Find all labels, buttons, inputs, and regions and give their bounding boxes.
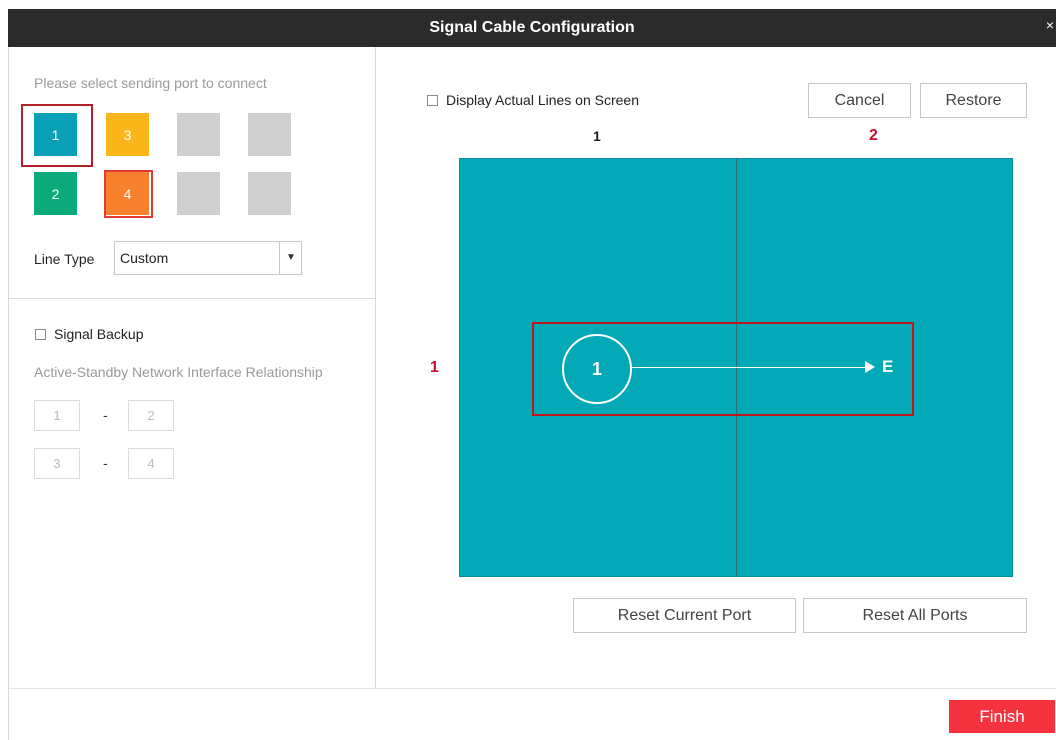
- reset-current-port-button[interactable]: Reset Current Port: [573, 598, 796, 633]
- column-label-1: 1: [593, 128, 601, 144]
- route-start-node[interactable]: 1: [562, 334, 632, 404]
- pair-separator: -: [103, 407, 108, 423]
- port-empty[interactable]: [177, 172, 220, 215]
- port-4[interactable]: 4: [106, 172, 149, 215]
- relationship-label: Active-Standby Network Interface Relatio…: [34, 364, 323, 380]
- dropdown-arrow-icon[interactable]: ▼: [286, 252, 296, 263]
- row-label-1: 1: [430, 359, 439, 376]
- display-lines-label: Display Actual Lines on Screen: [446, 92, 639, 108]
- finish-button[interactable]: Finish: [949, 700, 1055, 733]
- reset-all-ports-button[interactable]: Reset All Ports: [803, 598, 1027, 633]
- left-border: [8, 47, 9, 740]
- route-end-label: E: [882, 357, 894, 376]
- port-select-instruction: Please select sending port to connect: [34, 75, 267, 91]
- cancel-button[interactable]: Cancel: [808, 83, 911, 118]
- signal-backup-checkbox[interactable]: [35, 329, 46, 340]
- port-3[interactable]: 3: [106, 113, 149, 156]
- footer-divider: [9, 688, 1056, 689]
- backup-port-b[interactable]: 4: [128, 448, 174, 479]
- line-type-label: Line Type: [34, 251, 95, 267]
- restore-button[interactable]: Restore: [920, 83, 1027, 118]
- panel-divider: [375, 47, 376, 688]
- display-lines-checkbox[interactable]: [427, 95, 438, 106]
- title-bar: Signal Cable Configuration: [8, 9, 1056, 47]
- arrow-right-icon: [865, 361, 875, 373]
- column-label-2: 2: [869, 127, 878, 144]
- line-type-value: Custom: [120, 250, 169, 266]
- port-1[interactable]: 1: [34, 113, 77, 156]
- left-section-divider: [9, 298, 375, 299]
- port-2[interactable]: 2: [34, 172, 77, 215]
- pair-separator: -: [103, 455, 108, 471]
- port-empty[interactable]: [177, 113, 220, 156]
- signal-backup-label: Signal Backup: [54, 326, 144, 342]
- port-empty[interactable]: [248, 113, 291, 156]
- backup-port-a[interactable]: 1: [34, 400, 80, 431]
- window-title: Signal Cable Configuration: [429, 19, 635, 36]
- close-icon[interactable]: ×: [1046, 18, 1054, 32]
- select-separator: [279, 242, 280, 274]
- backup-port-a[interactable]: 3: [34, 448, 80, 479]
- backup-port-b[interactable]: 2: [128, 400, 174, 431]
- route-line: [632, 367, 868, 368]
- port-empty[interactable]: [248, 172, 291, 215]
